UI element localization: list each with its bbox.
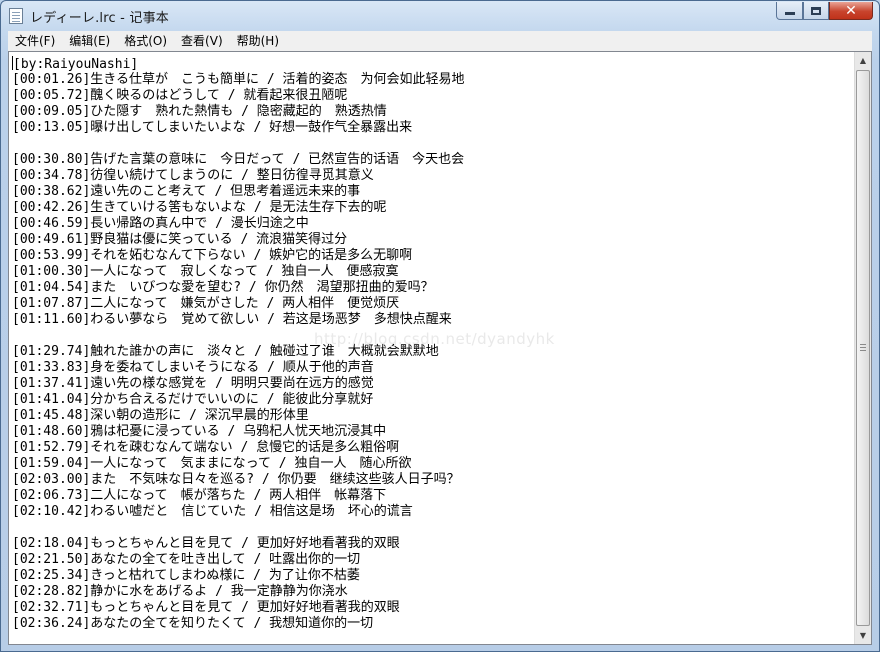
maximize-button[interactable] <box>803 2 829 20</box>
text-line: [02:10.42]わるい嘘だと 信じていた / 相信这是场 坏心的谎言 <box>12 504 854 520</box>
text-line-content: [00:42.26]生きていける筈もないよな / 是无法生存下去的呢 <box>12 200 387 215</box>
text-line: [by:RaiyouNashi] <box>12 56 854 72</box>
text-line <box>12 136 854 152</box>
watermark: http://blog.csdn.net/dyandyhk <box>314 330 555 348</box>
text-line-content: [00:38.62]遠い先のこと考えて / 但思考着遥远未来的事 <box>12 184 361 199</box>
text-line: [00:53.99]それを妬むなんて下らない / 嫉妒它的话是多么无聊啊 <box>12 248 854 264</box>
text-line: [01:33.83]身を委ねてしまいそうになる / 顺从于他的声音 <box>12 360 854 376</box>
text-line: [00:13.05]曝け出してしまいたいよな / 好想一鼓作气全暴露出来 <box>12 120 854 136</box>
vertical-scrollbar[interactable]: ▲ ▼ <box>854 52 871 644</box>
text-line-content: [00:05.72]醜く映るのはどうして / 就看起来很丑陋呢 <box>12 88 348 103</box>
scroll-down-button[interactable]: ▼ <box>855 627 871 644</box>
text-editor[interactable]: [by:RaiyouNashi] [00:01.26]生きる仕草が こうも簡単に … <box>8 51 872 645</box>
text-line: [00:38.62]遠い先のこと考えて / 但思考着遥远未来的事 <box>12 184 854 200</box>
text-line: [00:09.05]ひた隠す 熟れた熱情も / 隐密藏起的 熟透热情 <box>12 104 854 120</box>
text-line-content: [02:36.24]あなたの全てを知りたくて / 我想知道你的一切 <box>12 616 374 631</box>
text-line-content: [01:00.30]一人になって 寂しくなって / 独自一人 便感寂寞 <box>12 264 399 279</box>
maximize-icon <box>811 6 821 15</box>
caption-buttons: ✕ <box>776 2 873 22</box>
text-line: [01:00.30]一人になって 寂しくなって / 独自一人 便感寂寞 <box>12 264 854 280</box>
text-line: [02:21.50]あなたの全てを吐き出して / 吐露出你的一切 <box>12 552 854 568</box>
text-line-content: [02:28.82]静かに水をあげるよ / 我一定静静为你浇水 <box>12 584 348 599</box>
text-line: [01:41.04]分かち合えるだけでいいのに / 能彼此分享就好 <box>12 392 854 408</box>
notepad-window: レディーレ.lrc - 记事本 ✕ 文件(F) 编辑(E) 格式(O) 查看(V… <box>0 0 880 652</box>
text-line-content: [01:33.83]身を委ねてしまいそうになる / 顺从于他的声音 <box>12 360 374 375</box>
text-line: [00:34.78]彷徨い続けてしまうのに / 整日彷徨寻觅其意义 <box>12 168 854 184</box>
text-line-content: [02:18.04]もっとちゃんと目を見て / 更加好好地看著我的双眼 <box>12 536 400 551</box>
text-line: [01:11.60]わるい夢なら 覚めて欲しい / 若这是场恶梦 多想快点醒来 <box>12 312 854 328</box>
text-line: [00:46.59]長い帰路の真ん中で / 漫长归途之中 <box>12 216 854 232</box>
text-line: [02:06.73]二人になって 帳が落ちた / 两人相伴 帐幕落下 <box>12 488 854 504</box>
text-line: [02:03.00]また 不気味な日々を巡る? / 你仍要 继续这些骇人日子吗？ <box>12 472 854 488</box>
text-line-content: [01:52.79]それを疎むなんて端ない / 怠慢它的话是多么粗俗啊 <box>12 440 400 455</box>
minimize-icon <box>784 12 795 15</box>
text-line: [00:01.26]生きる仕草が こうも簡単に / 活着的姿态 为何会如此轻易地 <box>12 72 854 88</box>
text-line-content: [00:49.61]野良猫は優に笑っている / 流浪猫笑得过分 <box>12 232 348 247</box>
text-line-content: [01:59.04]一人になって 気ままになって / 独自一人 随心所欲 <box>12 456 412 471</box>
scroll-up-button[interactable]: ▲ <box>855 52 871 69</box>
text-line: [01:52.79]それを疎むなんて端ない / 怠慢它的话是多么粗俗啊 <box>12 440 854 456</box>
text-line-content: [02:21.50]あなたの全てを吐き出して / 吐露出你的一切 <box>12 552 361 567</box>
text-content[interactable]: [by:RaiyouNashi] [00:01.26]生きる仕草が こうも簡単に … <box>12 56 854 640</box>
text-line-content: [01:45.48]深い朝の造形に / 深沉早晨的形体里 <box>12 408 309 423</box>
minimize-button[interactable] <box>776 2 803 20</box>
text-line-content: [01:48.60]鴉は杞憂に浸っている / 乌鸦杞人忧天地沉浸其中 <box>12 424 387 439</box>
text-line-content: [by:RaiyouNashi] <box>13 57 139 72</box>
text-line: [01:04.54]また いびつな愛を望む? / 你仍然 渴望那扭曲的爱吗？ <box>12 280 854 296</box>
text-line-content: [02:06.73]二人になって 帳が落ちた / 两人相伴 帐幕落下 <box>12 488 387 503</box>
text-line-content: [00:09.05]ひた隠す 熟れた熱情も / 隐密藏起的 熟透热情 <box>12 104 387 119</box>
text-line-content: [00:30.80]告げた言葉の意味に 今日だって / 已然宣告的话语 今天也会 <box>12 152 465 167</box>
text-line-content: [01:04.54]また いびつな愛を望む? / 你仍然 渴望那扭曲的爱吗？ <box>12 280 434 295</box>
text-line-content: [01:11.60]わるい夢なら 覚めて欲しい / 若这是场恶梦 多想快点醒来 <box>12 312 452 327</box>
text-line: [01:48.60]鴉は杞憂に浸っている / 乌鸦杞人忧天地沉浸其中 <box>12 424 854 440</box>
text-line-content: [02:25.34]きっと枯れてしまわぬ様に / 为了让你不枯萎 <box>12 568 360 583</box>
menu-bar: 文件(F) 编辑(E) 格式(O) 查看(V) 帮助(H) <box>8 31 872 51</box>
arrow-down-icon: ▼ <box>859 631 867 640</box>
text-line: [00:42.26]生きていける筈もないよな / 是无法生存下去的呢 <box>12 200 854 216</box>
text-line: [00:05.72]醜く映るのはどうして / 就看起来很丑陋呢 <box>12 88 854 104</box>
menu-file[interactable]: 文件(F) <box>8 31 62 51</box>
text-line-content: [01:07.87]二人になって 嫌気がさした / 两人相伴 便觉烦厌 <box>12 296 400 311</box>
title-bar[interactable]: レディーレ.lrc - 记事本 ✕ <box>1 1 879 31</box>
text-line: [02:36.24]あなたの全てを知りたくて / 我想知道你的一切 <box>12 616 854 632</box>
text-line: [00:30.80]告げた言葉の意味に 今日だって / 已然宣告的话语 今天也会 <box>12 152 854 168</box>
text-line: [01:07.87]二人になって 嫌気がさした / 两人相伴 便觉烦厌 <box>12 296 854 312</box>
text-line-content: [00:53.99]それを妬むなんて下らない / 嫉妒它的话是多么无聊啊 <box>12 248 413 263</box>
menu-edit[interactable]: 编辑(E) <box>62 31 117 51</box>
text-line: [01:45.48]深い朝の造形に / 深沉早晨的形体里 <box>12 408 854 424</box>
text-line-content: [02:03.00]また 不気味な日々を巡る? / 你仍要 继续这些骇人日子吗？ <box>12 472 460 487</box>
text-line-content: [00:01.26]生きる仕草が こうも簡単に / 活着的姿态 为何会如此轻易地 <box>12 72 465 87</box>
scroll-thumb[interactable] <box>856 70 870 626</box>
notepad-icon <box>9 8 23 24</box>
text-line-content: [01:37.41]遠い先の様な感覚を / 明明只要尚在远方的感觉 <box>12 376 374 391</box>
text-line: [01:59.04]一人になって 気ままになって / 独自一人 随心所欲 <box>12 456 854 472</box>
text-line-content: [00:46.59]長い帰路の真ん中で / 漫长归途之中 <box>12 216 309 231</box>
close-icon: ✕ <box>845 2 857 19</box>
text-line <box>12 520 854 536</box>
menu-help[interactable]: 帮助(H) <box>230 31 286 51</box>
text-line-content: [02:32.71]もっとちゃんと目を見て / 更加好好地看著我的双眼 <box>12 600 400 615</box>
text-line: [02:32.71]もっとちゃんと目を見て / 更加好好地看著我的双眼 <box>12 600 854 616</box>
text-line-content: [00:34.78]彷徨い続けてしまうのに / 整日彷徨寻觅其意义 <box>12 168 374 183</box>
text-line: [02:18.04]もっとちゃんと目を見て / 更加好好地看著我的双眼 <box>12 536 854 552</box>
text-line: [00:49.61]野良猫は優に笑っている / 流浪猫笑得过分 <box>12 232 854 248</box>
text-line: [01:37.41]遠い先の様な感覚を / 明明只要尚在远方的感觉 <box>12 376 854 392</box>
text-line: [02:25.34]きっと枯れてしまわぬ様に / 为了让你不枯萎 <box>12 568 854 584</box>
text-line-content: [02:10.42]わるい嘘だと 信じていた / 相信这是场 坏心的谎言 <box>12 504 413 519</box>
arrow-up-icon: ▲ <box>859 56 867 65</box>
menu-view[interactable]: 查看(V) <box>174 31 230 51</box>
text-line-content: [01:41.04]分かち合えるだけでいいのに / 能彼此分享就好 <box>12 392 374 407</box>
text-line: [02:28.82]静かに水をあげるよ / 我一定静静为你浇水 <box>12 584 854 600</box>
text-line-content: [00:13.05]曝け出してしまいたいよな / 好想一鼓作气全暴露出来 <box>12 120 413 135</box>
window-title: レディーレ.lrc - 记事本 <box>30 11 169 26</box>
menu-format[interactable]: 格式(O) <box>117 31 174 51</box>
close-button[interactable]: ✕ <box>829 2 873 20</box>
